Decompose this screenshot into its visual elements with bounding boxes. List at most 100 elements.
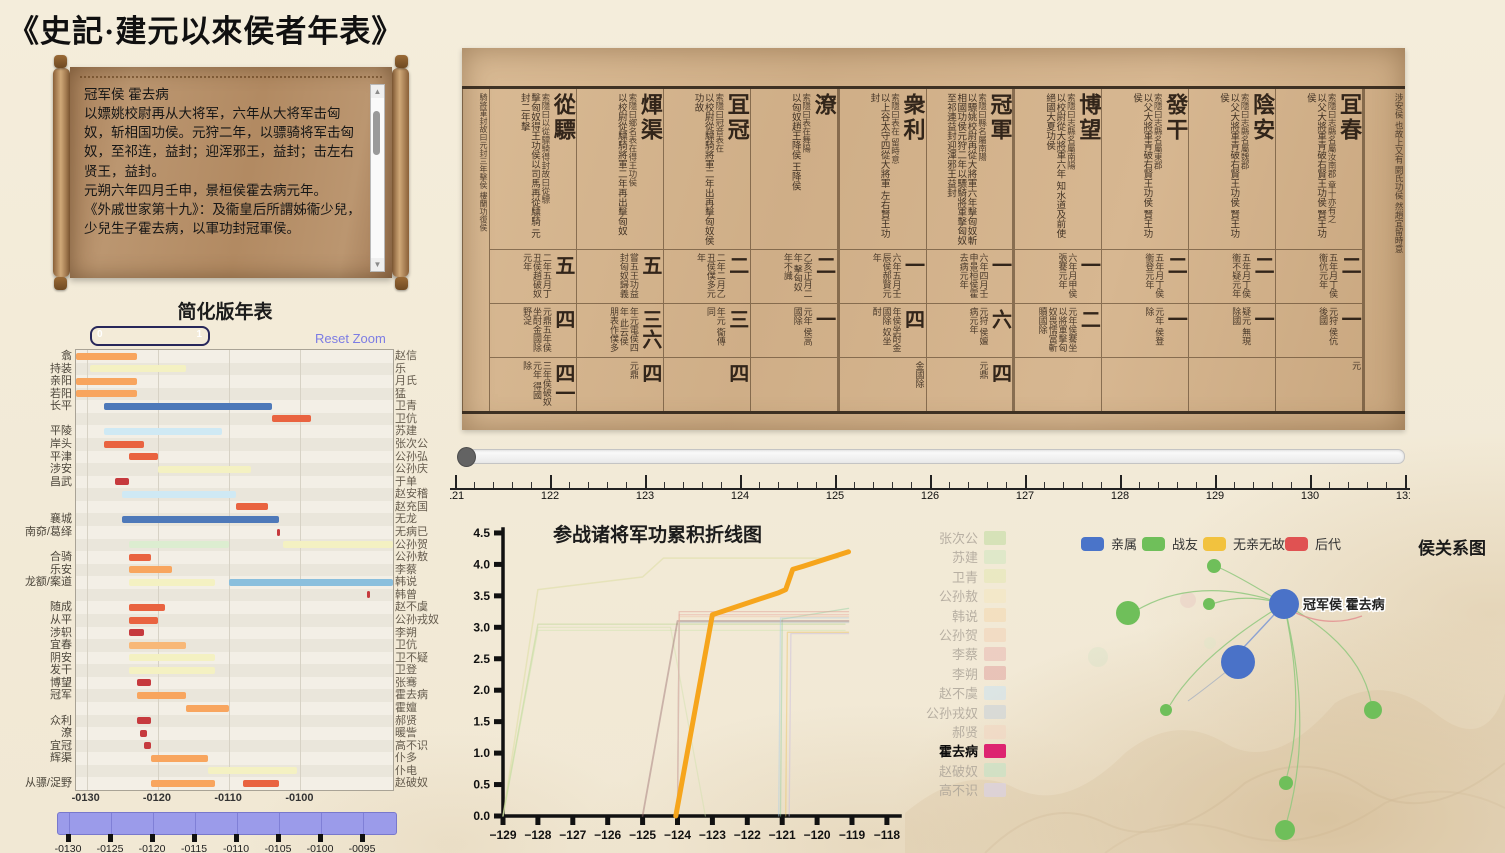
y-tick	[494, 530, 503, 535]
gantt-bar[interactable]	[122, 491, 236, 498]
timeline-left-label: 潦	[0, 728, 72, 739]
gantt-bar[interactable]	[104, 428, 222, 435]
graph-node-center[interactable]	[1269, 589, 1299, 619]
gantt-bar[interactable]	[283, 541, 393, 548]
legend-item[interactable]: 张次公	[880, 528, 1006, 547]
gantt-bar[interactable]	[272, 415, 311, 422]
manuscript-scroll-slider-track[interactable]	[458, 449, 1405, 464]
legend-item[interactable]: 韩说	[880, 606, 1006, 625]
legend-item[interactable]: 李朔	[880, 664, 1006, 683]
gantt-bar[interactable]	[208, 767, 297, 774]
ruler-minor-tick	[1234, 482, 1235, 488]
timeline-range-brush[interactable]	[57, 812, 397, 835]
gantt-bar[interactable]	[129, 566, 172, 573]
legend-item[interactable]: 卫青	[880, 567, 1006, 586]
gantt-bar[interactable]	[277, 529, 281, 536]
gantt-bar[interactable]	[129, 579, 214, 586]
ruler-major-tick	[1215, 475, 1217, 488]
gantt-bar[interactable]	[129, 629, 143, 636]
series-line[interactable]	[678, 622, 849, 816]
gantt-bar[interactable]	[76, 390, 137, 397]
gantt-bar[interactable]	[158, 466, 251, 473]
series-line[interactable]	[678, 617, 849, 816]
ruler-minor-tick	[1386, 482, 1387, 488]
relationship-graph[interactable]: 冠军侯 霍去病亲属战友无亲无故后代	[1060, 525, 1505, 853]
scroll-up-icon[interactable]: ▲	[371, 85, 384, 98]
gantt-bar[interactable]	[137, 717, 151, 724]
gantt-bar[interactable]	[129, 604, 165, 611]
graph-node-ally-3[interactable]	[1116, 601, 1140, 625]
gantt-bar[interactable]	[151, 755, 208, 762]
series-line[interactable]	[678, 612, 849, 816]
gantt-bar[interactable]	[129, 541, 229, 548]
graph-node-ally-1[interactable]	[1207, 559, 1221, 573]
gantt-bar[interactable]	[129, 617, 157, 624]
gantt-bar[interactable]	[137, 692, 187, 699]
ruler-minor-tick	[1139, 482, 1140, 488]
series-line[interactable]	[503, 630, 845, 816]
gantt-bar[interactable]	[140, 730, 147, 737]
legend-item[interactable]: 赵不虞	[880, 683, 1006, 702]
gantt-bar[interactable]	[236, 503, 268, 510]
legend-item[interactable]: 苏建	[880, 547, 1006, 566]
gantt-bar[interactable]	[129, 654, 214, 661]
manuscript-scroll-slider-thumb[interactable]	[457, 447, 476, 467]
gantt-bar[interactable]	[144, 742, 151, 749]
legend-item[interactable]: 高不识	[880, 780, 1006, 799]
biography-heading: 冠军侯 霍去病	[84, 85, 366, 104]
series-line[interactable]	[786, 632, 849, 816]
gantt-bar[interactable]	[129, 554, 150, 561]
gantt-bar[interactable]	[104, 403, 271, 410]
graph-node-ally-5[interactable]	[1364, 701, 1382, 719]
gantt-bar[interactable]	[104, 441, 143, 448]
gantt-bar[interactable]	[151, 780, 215, 787]
reset-zoom-link[interactable]: Reset Zoom	[315, 331, 386, 346]
series-line[interactable]	[789, 634, 848, 816]
legend-item[interactable]: 公孙贺	[880, 625, 1006, 644]
manuscript-cell: 五二年五月丁丑侯趙破奴元年	[490, 249, 576, 303]
legend-item[interactable]: 郝贤	[880, 722, 1006, 741]
series-line[interactable]	[676, 552, 849, 816]
graph-node-ally-4[interactable]	[1160, 704, 1172, 716]
gantt-bar[interactable]	[229, 579, 393, 586]
gantt-bar[interactable]	[129, 642, 186, 649]
gantt-bar[interactable]	[186, 705, 229, 712]
manuscript-year-numeral: 一	[1078, 255, 1098, 300]
series-line[interactable]	[678, 615, 849, 816]
scrollbar-thumb[interactable]	[373, 111, 380, 155]
gantt-bar[interactable]	[367, 591, 371, 598]
legend-item[interactable]: 霍去病	[880, 741, 1006, 760]
ruler-tick-label: 128	[1111, 490, 1129, 502]
series-line[interactable]	[503, 558, 838, 816]
legend-swatch	[984, 608, 1006, 622]
graph-node-ally-6[interactable]	[1279, 776, 1293, 790]
manuscript-merit-text: 以校尉從驃騎將軍二年再出擊匈奴	[616, 93, 626, 245]
gantt-bar[interactable]	[122, 516, 279, 523]
gantt-bar[interactable]	[137, 679, 151, 686]
gantt-bar[interactable]	[90, 365, 186, 372]
legend-item[interactable]: 公孙敖	[880, 586, 1006, 605]
gantt-bar[interactable]	[76, 378, 137, 385]
graph-node-ally-7[interactable]	[1275, 820, 1295, 840]
timeline-plot[interactable]	[75, 349, 394, 791]
x-tick	[535, 816, 540, 825]
scroll-down-icon[interactable]: ▼	[371, 258, 384, 271]
graph-node-kin-1[interactable]	[1221, 645, 1255, 679]
legend-item[interactable]: 赵破奴	[880, 761, 1006, 780]
manuscript-entry: 煇渠索隱曰鄉名表在得王功侯以校尉從驃騎將軍二年再出擊匈奴	[577, 89, 663, 249]
gantt-bar[interactable]	[115, 478, 129, 485]
legend-item[interactable]: 李蔡	[880, 644, 1006, 663]
graph-node-ally-2[interactable]	[1203, 598, 1215, 610]
legend-item[interactable]: 公孙戎奴	[880, 703, 1006, 722]
timeline-row	[76, 627, 393, 641]
gantt-bar[interactable]	[129, 667, 214, 674]
gantt-bar[interactable]	[243, 780, 279, 787]
manuscript-cell-text: 五年月丁侯衞不疑元年	[1230, 253, 1250, 300]
gradient-min-label: 0	[97, 329, 103, 340]
gantt-bar[interactable]	[76, 353, 137, 360]
series-line[interactable]	[503, 624, 845, 816]
scrollbar[interactable]: ▲ ▼	[370, 84, 385, 272]
series-line[interactable]	[643, 621, 849, 816]
gantt-bar[interactable]	[129, 453, 157, 460]
timeline-gridline	[87, 350, 88, 790]
